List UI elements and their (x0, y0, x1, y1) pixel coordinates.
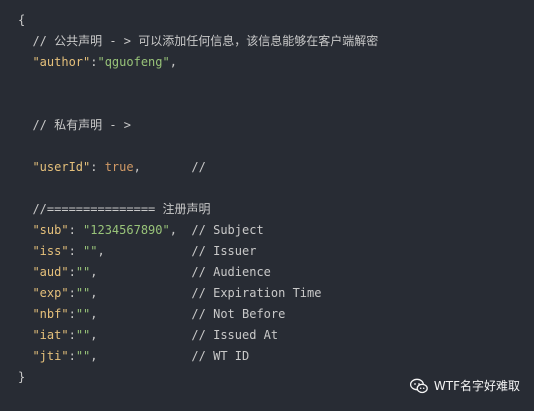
comment-exp: // Expiration Time (191, 286, 322, 300)
key-nbf: "nbf" (32, 307, 69, 321)
key-userId: "userId" (32, 160, 91, 174)
separator: : (68, 223, 84, 237)
comment-sub: // Subject (191, 223, 264, 237)
comment-public-claims: // 公共声明 - > 可以添加任何信息，该信息能够在客户端解密 (32, 34, 379, 48)
watermark: WTF名字好难取 (409, 377, 520, 394)
comment-nbf: // Not Before (191, 307, 286, 321)
key-jti: "jti" (32, 349, 69, 363)
key-aud: "aud" (32, 265, 69, 279)
code-line-13: "aud":"", // Audience (18, 262, 378, 283)
code-line-8: "userId": true, // (18, 157, 378, 178)
value-iat: "" (75, 328, 91, 342)
code-block: { // 公共声明 - > 可以添加任何信息，该信息能够在客户端解密 "auth… (0, 0, 534, 411)
comma: , (90, 328, 98, 342)
value-author: "qguofeng" (97, 55, 170, 69)
comma: , (169, 55, 177, 69)
value-userId: true (104, 160, 134, 174)
comma: , (90, 307, 98, 321)
value-iss: "" (83, 244, 98, 258)
separator: : (68, 328, 76, 342)
separator: : (68, 265, 76, 279)
key-exp: "exp" (32, 286, 69, 300)
value-nbf: "" (75, 307, 91, 321)
separator: : (68, 307, 76, 321)
code-line-12: "iss": "", // Issuer (18, 241, 378, 262)
key-iat: "iat" (32, 328, 69, 342)
value-sub: "1234567890" (83, 223, 170, 237)
comment-aud: // Audience (191, 265, 271, 279)
code-content: { // 公共声明 - > 可以添加任何信息，该信息能够在客户端解密 "auth… (18, 10, 378, 388)
comma: , (90, 265, 98, 279)
code-line-10: //=============== 注册声明 (18, 199, 378, 220)
wechat-icon (409, 378, 428, 394)
brace-open: { (18, 13, 26, 27)
comment-iss: // Issuer (191, 244, 257, 258)
code-line-11: "sub": "1234567890", // Subject (18, 220, 378, 241)
value-aud: "" (75, 265, 91, 279)
key-sub: "sub" (32, 223, 69, 237)
code-line-15: "nbf":"", // Not Before (18, 304, 378, 325)
brace-close: } (18, 370, 26, 384)
code-line-2: // 公共声明 - > 可以添加任何信息，该信息能够在客户端解密 (18, 31, 378, 52)
code-line-6: // 私有声明 - > (18, 115, 378, 136)
key-author: "author" (32, 55, 91, 69)
comma: , (90, 349, 98, 363)
comma: , (97, 244, 105, 258)
separator: : (68, 244, 84, 258)
comment-iat: // Issued At (191, 328, 279, 342)
code-line-3: "author":"qguofeng", (18, 52, 378, 73)
comment-registered-claims: //=============== 注册声明 (32, 202, 211, 216)
separator: : (90, 160, 105, 174)
separator: : (68, 286, 76, 300)
code-line-17: "jti":"", // WT ID (18, 346, 378, 367)
code-line-1: { (18, 10, 378, 31)
comma: , (90, 286, 98, 300)
separator: : (68, 349, 76, 363)
watermark-text: WTF名字好难取 (433, 379, 520, 393)
code-line-14: "exp":"", // Expiration Time (18, 283, 378, 304)
comma: , (169, 223, 177, 237)
code-line-18: } (18, 367, 378, 388)
value-exp: "" (75, 286, 91, 300)
key-iss: "iss" (32, 244, 69, 258)
comment-jti: // WT ID (191, 349, 250, 363)
comment-private-claims: // 私有声明 - > (32, 118, 132, 132)
value-jti: "" (75, 349, 91, 363)
comma: , (133, 160, 141, 174)
comment-userId: // (191, 160, 206, 174)
code-line-16: "iat":"", // Issued At (18, 325, 378, 346)
